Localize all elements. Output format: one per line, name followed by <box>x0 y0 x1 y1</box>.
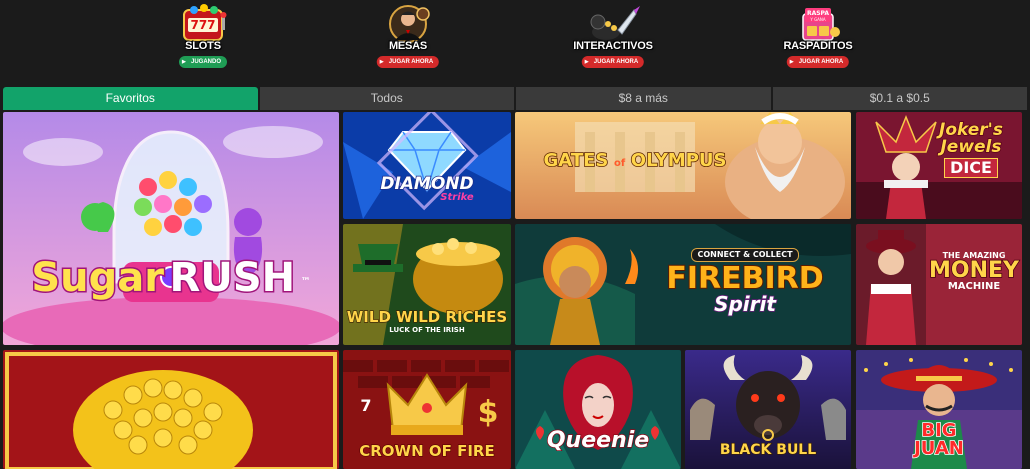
amazing-money-logo: THE AMAZING MONEY MACHINE <box>926 252 1022 292</box>
gates-of-olympus-logo: GATES of OLYMPUS <box>525 150 745 171</box>
firebird-title: FIREBIRD <box>665 261 824 296</box>
amm-title-3: MACHINE <box>947 281 1001 292</box>
game-tile-firebird-spirit[interactable]: CONNECT & COLLECT FIREBIRD Spirit <box>515 224 851 345</box>
scratch-card-sign-bottom: Y GANA <box>809 17 826 22</box>
scratch-card-icon: RASPA Y GANA <box>789 4 847 44</box>
big-juan-title-2: JUAN <box>913 438 964 459</box>
category-badge: JUGAR AHORA <box>786 56 850 68</box>
game-tile-queenie[interactable]: Queenie <box>515 350 681 469</box>
rocket-icon <box>584 4 642 44</box>
sugar-rush-art <box>3 112 339 345</box>
firebird-spirit-logo: CONNECT & COLLECT FIREBIRD Spirit <box>645 244 845 316</box>
jokers-title-2: Jewels <box>940 137 1003 157</box>
tab-8-a-mas[interactable]: $8 a más <box>516 87 771 110</box>
game-tile-wild-wild-riches[interactable]: WILD WILD RICHES LUCK OF THE IRISH <box>343 224 511 345</box>
diamond-strike-title: DIAMOND <box>380 174 475 194</box>
wild-wild-riches-logo: WILD WILD RICHES LUCK OF THE IRISH <box>343 308 511 334</box>
gates-title-1: GATES <box>543 150 609 171</box>
dealer-icon <box>379 4 437 44</box>
svg-text:777: 777 <box>190 18 215 32</box>
sugar-rush-title-2: RUSH <box>168 255 297 301</box>
sugar-rush-logo: Sugar RUSH ™ <box>30 255 311 301</box>
game-tile-sugar-rush[interactable]: Sugar RUSH ™ <box>3 112 339 345</box>
diamond-strike-logo: DIAMOND Strike <box>343 174 511 203</box>
scratch-card-sign-top: RASPA <box>807 10 829 17</box>
jokers-jewels-logo: Joker's Jewels DICE <box>922 121 1020 178</box>
game-tile-big-juan[interactable]: BIG JUAN <box>856 350 1022 469</box>
big-juan-logo: BIG JUAN <box>906 421 972 459</box>
category-badge: JUGAR AHORA <box>376 56 440 68</box>
wwr-title: WILD WILD RICHES <box>346 308 508 326</box>
category-label: SLOTS <box>185 40 221 52</box>
fortune-tree-art <box>3 350 339 469</box>
category-label: MESAS <box>388 40 428 52</box>
black-bull-title: BLACK BULL <box>719 442 817 458</box>
category-nav: 777 SLOTS JUGANDO MESAS JUGAR AHORA <box>0 0 1030 86</box>
category-badge: JUGANDO <box>178 56 228 68</box>
category-mesas[interactable]: MESAS JUGAR AHORA <box>353 4 463 80</box>
diamond-strike-subtitle: Strike <box>440 192 474 203</box>
game-tile-gates-of-olympus[interactable]: GATES of OLYMPUS <box>515 112 851 219</box>
game-tile-fortune-tree[interactable] <box>3 350 339 469</box>
firebird-subtitle: Spirit <box>713 292 776 316</box>
firebird-badge: CONNECT & COLLECT <box>691 248 799 262</box>
category-slots[interactable]: 777 SLOTS JUGANDO <box>148 4 258 80</box>
queenie-title: Queenie <box>546 428 650 453</box>
gates-title-2: OLYMPUS <box>630 150 727 171</box>
game-tile-crown-of-fire[interactable]: 7 $ CROWN OF FIRE <box>343 350 511 469</box>
game-tile-black-bull[interactable]: BLACK BULL <box>685 350 851 469</box>
category-label: INTERACTIVOS <box>573 40 653 52</box>
sugar-rush-tm: ™ <box>300 276 311 288</box>
game-tile-amazing-money-machine[interactable]: THE AMAZING MONEY MACHINE <box>856 224 1022 345</box>
category-label: RASPADITOS <box>783 40 853 52</box>
crown-of-fire-dollar: $ <box>477 395 499 430</box>
sugar-rush-title-1: Sugar <box>30 255 166 301</box>
gates-title-of: of <box>613 158 626 169</box>
game-tile-jokers-jewels-dice[interactable]: Joker's Jewels DICE <box>856 112 1022 219</box>
tab-favoritos[interactable]: Favoritos <box>3 87 258 110</box>
crown-of-fire-seven: 7 <box>360 396 372 415</box>
slot-machine-icon: 777 <box>174 4 232 44</box>
tab-todos[interactable]: Todos <box>259 87 514 110</box>
filter-tabs: Favoritos Todos $8 a más $0.1 a $0.5 <box>3 87 1027 110</box>
crown-of-fire-title: CROWN OF FIRE <box>359 442 496 460</box>
wwr-subtitle: LUCK OF THE IRISH <box>389 326 465 334</box>
game-tile-diamond-strike[interactable]: DIAMOND Strike <box>343 112 511 219</box>
category-interactivos[interactable]: INTERACTIVOS JUGAR AHORA <box>558 4 668 80</box>
category-raspaditos[interactable]: RASPA Y GANA RASPADITOS JUGAR AHORA <box>763 4 873 80</box>
tab-01-a-05[interactable]: $0.1 a $0.5 <box>772 87 1027 110</box>
jokers-title-3: DICE <box>944 158 998 178</box>
amm-title-2: MONEY <box>928 258 1019 283</box>
category-badge: JUGAR AHORA <box>581 56 645 68</box>
